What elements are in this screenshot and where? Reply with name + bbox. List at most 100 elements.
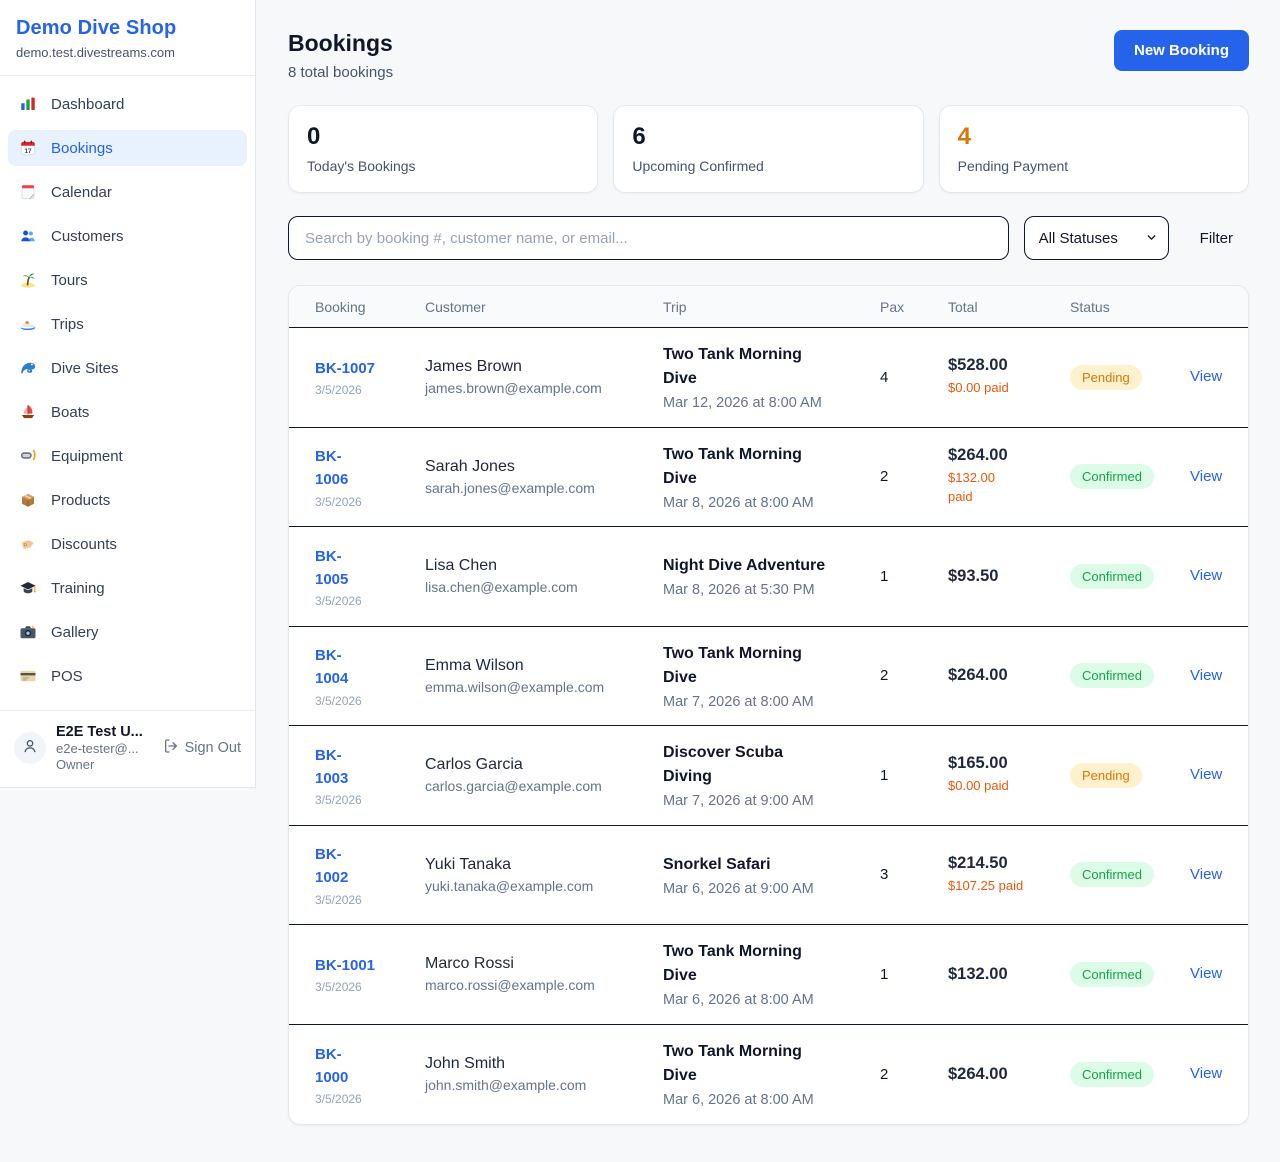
person-icon (21, 737, 39, 760)
main-content: Bookings 8 total bookings New Booking 0 … (256, 0, 1280, 1153)
total-amount: $165.00 (948, 754, 1070, 773)
status-cell: Confirmed (1070, 862, 1190, 887)
booking-id-link[interactable]: BK- 1002 (315, 843, 348, 890)
brand: Demo Dive Shop demo.test.divestreams.com (0, 0, 255, 76)
total-cell: $93.50 (948, 567, 1070, 586)
filter-button[interactable]: Filter (1184, 230, 1249, 247)
sidebar-item-boats[interactable]: Boats (8, 394, 247, 430)
stat-card-today-s-bookings: 0 Today's Bookings (288, 105, 598, 193)
customer-name: Yuki Tanaka (425, 856, 663, 874)
pax-value: 1 (880, 568, 948, 585)
search-input[interactable] (288, 216, 1009, 260)
user-email: e2e-tester@... (56, 741, 153, 756)
sidebar-item-bookings[interactable]: 17 Bookings (8, 130, 247, 166)
sidebar-item-trips[interactable]: Trips (8, 306, 247, 342)
sidebar-item-equipment[interactable]: Equipment (8, 438, 247, 474)
customer-cell: Carlos Garcia carlos.garcia@example.com (425, 756, 663, 794)
column-header-customer: Customer (425, 299, 663, 315)
sidebar-item-customers[interactable]: Customers (8, 218, 247, 254)
sign-out-icon (163, 738, 179, 758)
user-info: E2E Test U... e2e-tester@... Owner (56, 724, 153, 772)
stat-value: 0 (307, 123, 579, 151)
sidebar-item-discounts[interactable]: Discounts (8, 526, 247, 562)
total-amount: $264.00 (948, 666, 1070, 685)
dashboard-icon (18, 95, 38, 113)
view-link[interactable]: View (1190, 567, 1222, 584)
page-subtitle: 8 total bookings (288, 64, 393, 81)
booking-date: 3/5/2026 (315, 694, 425, 708)
trip-name: Discover Scuba Diving (663, 741, 880, 789)
sidebar-item-pos[interactable]: POS (8, 658, 247, 694)
booking-id-link[interactable]: BK-1001 (315, 954, 375, 977)
pax-value: 2 (880, 1066, 948, 1083)
trip-datetime: Mar 6, 2026 at 9:00 AM (663, 881, 880, 897)
booking-id-link[interactable]: BK- 1005 (315, 545, 348, 592)
booking-id-link[interactable]: BK- 1000 (315, 1043, 348, 1090)
sidebar-item-calendar[interactable]: Calendar (8, 174, 247, 210)
status-cell: Pending (1070, 365, 1190, 390)
sign-out-button[interactable]: Sign Out (163, 738, 241, 758)
sidebar-item-dashboard[interactable]: Dashboard (8, 86, 247, 122)
sidebar-item-products[interactable]: Products (8, 482, 247, 518)
view-link[interactable]: View (1190, 468, 1222, 485)
total-amount: $264.00 (948, 1065, 1070, 1084)
booking-date: 3/5/2026 (315, 1092, 425, 1106)
total-cell: $264.00 $132.00 paid (948, 446, 1070, 507)
booking-cell: BK- 1002 3/5/2026 (315, 843, 425, 907)
booking-date: 3/5/2026 (315, 793, 425, 807)
sidebar-item-tours[interactable]: Tours (8, 262, 247, 298)
tours-icon (18, 271, 38, 289)
status-filter-select[interactable]: All Statuses (1024, 216, 1169, 260)
total-cell: $214.50 $107.25 paid (948, 854, 1070, 896)
sidebar-item-gallery[interactable]: Gallery (8, 614, 247, 650)
table-row: BK- 1005 3/5/2026 Lisa Chen lisa.chen@ex… (289, 527, 1248, 627)
view-link[interactable]: View (1190, 766, 1222, 783)
total-cell: $528.00 $0.00 paid (948, 356, 1070, 398)
new-booking-button[interactable]: New Booking (1114, 30, 1249, 71)
table-row: BK- 1002 3/5/2026 Yuki Tanaka yuki.tanak… (289, 826, 1248, 926)
sidebar-nav: Dashboard 17 Bookings Calendar Customers… (0, 76, 255, 706)
table-header-row: Booking Customer Trip Pax Total Status (289, 286, 1248, 328)
status-cell: Confirmed (1070, 663, 1190, 688)
customer-cell: Emma Wilson emma.wilson@example.com (425, 657, 663, 695)
status-badge: Pending (1070, 365, 1142, 390)
brand-domain: demo.test.divestreams.com (16, 45, 239, 60)
trip-datetime: Mar 7, 2026 at 9:00 AM (663, 793, 880, 809)
booking-cell: BK- 1004 3/5/2026 (315, 644, 425, 708)
view-link[interactable]: View (1190, 667, 1222, 684)
booking-id-link[interactable]: BK- 1006 (315, 445, 348, 492)
trip-cell: Discover Scuba Diving Mar 7, 2026 at 9:0… (663, 741, 880, 809)
paid-amount: $107.25 paid (948, 877, 1070, 896)
status-badge: Confirmed (1070, 1062, 1154, 1087)
filter-bar: All Statuses Filter (288, 216, 1249, 260)
trip-cell: Night Dive Adventure Mar 8, 2026 at 5:30… (663, 554, 880, 598)
booking-cell: BK- 1000 3/5/2026 (315, 1043, 425, 1107)
stat-card-upcoming-confirmed: 6 Upcoming Confirmed (613, 105, 923, 193)
paid-amount: $0.00 paid (948, 777, 1070, 796)
stat-card-pending-payment: 4 Pending Payment (939, 105, 1249, 193)
paid-amount: $132.00 paid (948, 469, 1070, 507)
actions-cell: View (1190, 866, 1230, 884)
customer-email: sarah.jones@example.com (425, 480, 663, 496)
user-section: E2E Test U... e2e-tester@... Owner Sign … (0, 710, 255, 787)
booking-id-link[interactable]: BK- 1003 (315, 744, 348, 791)
booking-id-link[interactable]: BK- 1004 (315, 644, 348, 691)
total-amount: $132.00 (948, 965, 1070, 984)
customer-cell: Sarah Jones sarah.jones@example.com (425, 458, 663, 496)
view-link[interactable]: View (1190, 1065, 1222, 1082)
pax-value: 4 (880, 369, 948, 386)
training-icon (18, 579, 38, 597)
trip-name: Two Tank Morning Dive (663, 642, 880, 690)
view-link[interactable]: View (1190, 866, 1222, 883)
bookings-icon: 17 (18, 139, 38, 157)
sidebar-item-dive-sites[interactable]: Dive Sites (8, 350, 247, 386)
status-badge: Confirmed (1070, 663, 1154, 688)
actions-cell: View (1190, 567, 1230, 585)
page-title: Bookings (288, 30, 393, 57)
customers-icon (18, 227, 38, 245)
booking-id-link[interactable]: BK-1007 (315, 357, 375, 380)
total-cell: $132.00 (948, 965, 1070, 984)
view-link[interactable]: View (1190, 965, 1222, 982)
sidebar-item-training[interactable]: Training (8, 570, 247, 606)
view-link[interactable]: View (1190, 368, 1222, 385)
